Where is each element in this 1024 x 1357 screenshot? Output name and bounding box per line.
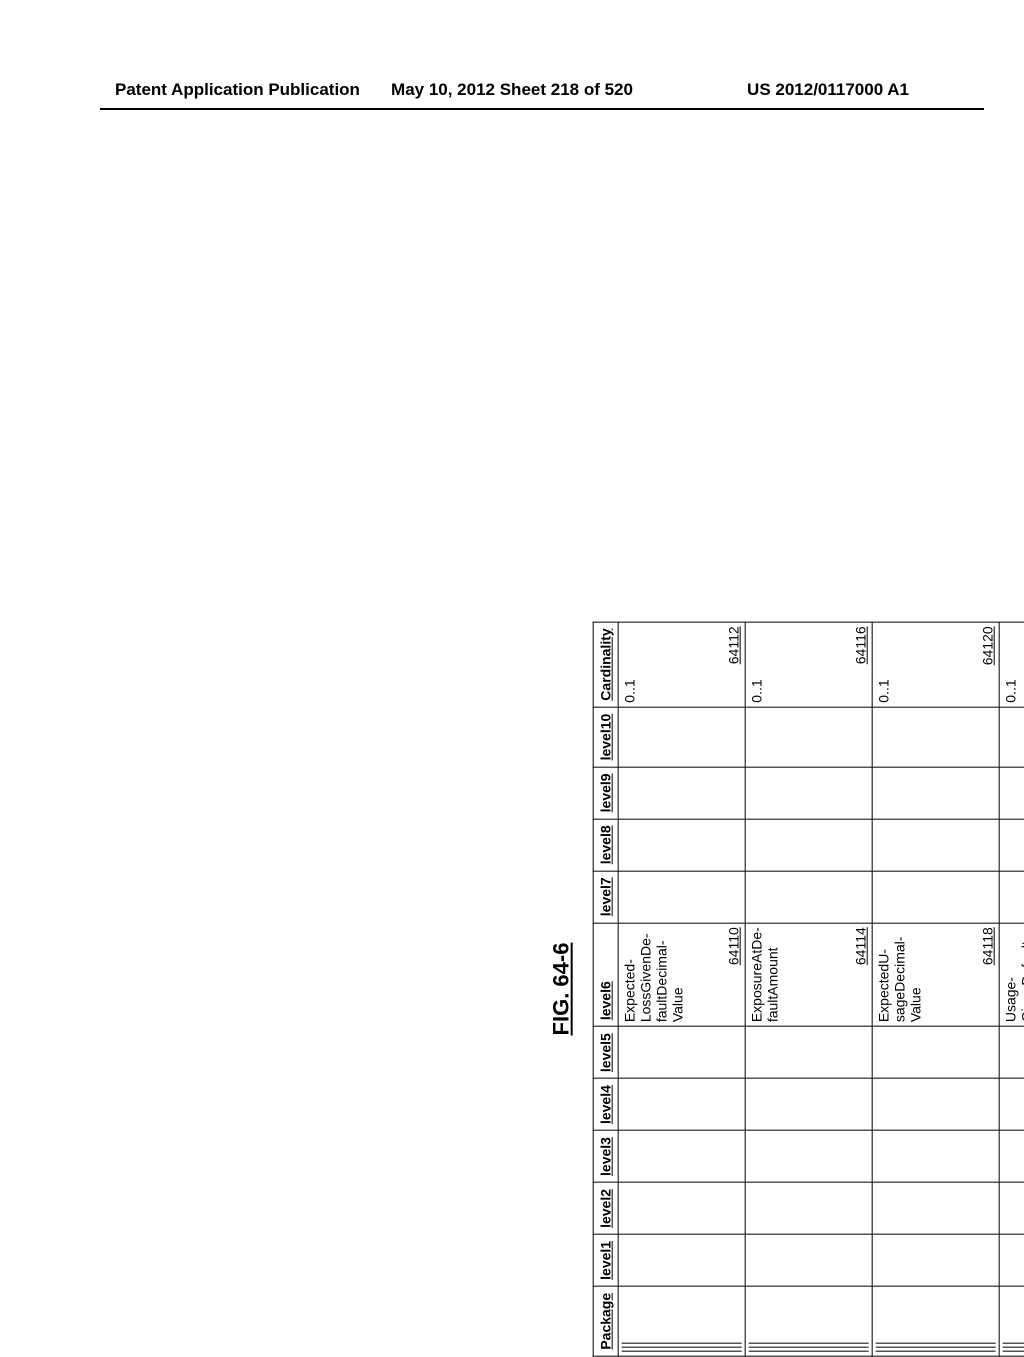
cell-level2 [618, 1182, 745, 1234]
cell-level1 [872, 1234, 999, 1286]
cell-level7 [999, 871, 1024, 923]
cell-level5 [618, 1027, 745, 1079]
cell-level10 [872, 707, 999, 767]
cell-level5 [872, 1027, 999, 1079]
cell-level2 [745, 1182, 872, 1234]
cell-level9 [999, 767, 1024, 819]
col-level3: level3 [593, 1131, 618, 1183]
figure-label: FIG. 64-6 [549, 621, 575, 1356]
level6-text: Usage-GivenDefault-DecimalValue [1003, 927, 1024, 1022]
level6-ref: 64114 [847, 927, 869, 1022]
col-level2: level2 [593, 1182, 618, 1234]
cell-level4 [999, 1079, 1024, 1131]
cell-level6: ExpectedU-sageDecimal-Value 64118 [872, 923, 999, 1027]
cardinality-text: 0..1 [876, 626, 892, 702]
cell-level8 [745, 819, 872, 871]
level6-text: ExposureAtDe-faultAmount [749, 927, 781, 1022]
cell-level5 [745, 1027, 872, 1079]
cell-level3 [745, 1131, 872, 1183]
header-center: May 10, 2012 Sheet 218 of 520 [391, 80, 633, 100]
cell-level10 [618, 707, 745, 767]
level6-text: ExpectedU-sageDecimal-Value [876, 927, 924, 1022]
col-cardinality: Cardinality [593, 622, 618, 707]
cardinality-text: 0..1 [1003, 626, 1019, 702]
table-row: ExposureAtDe-faultAmount 64114 0..1 6411… [745, 622, 872, 1356]
cell-level9 [745, 767, 872, 819]
col-level9: level9 [593, 767, 618, 819]
cell-package [618, 1286, 745, 1356]
col-level1: level1 [593, 1234, 618, 1286]
col-level10: level10 [593, 707, 618, 767]
col-level4: level4 [593, 1079, 618, 1131]
cell-level3 [872, 1131, 999, 1183]
cell-level1 [618, 1234, 745, 1286]
cell-level7 [872, 871, 999, 923]
cell-level6: Usage-GivenDefault-DecimalValue 64122 [999, 923, 1024, 1027]
cardinality-text: 0..1 [622, 626, 638, 702]
spec-table: Package level1 level2 level3 level4 leve… [593, 621, 1024, 1356]
table-header-row: Package level1 level2 level3 level4 leve… [593, 622, 618, 1356]
figure-block: FIG. 64-6 Package level1 level2 level3 l… [549, 621, 1024, 1356]
cell-package [872, 1286, 999, 1356]
cell-level5 [999, 1027, 1024, 1079]
cell-level9 [618, 767, 745, 819]
col-level7: level7 [593, 871, 618, 923]
table-row: Usage-GivenDefault-DecimalValue 64122 0.… [999, 622, 1024, 1356]
cell-level4 [618, 1079, 745, 1131]
header-right: US 2012/0117000 A1 [747, 80, 909, 100]
cell-cardinality: 0..1 64112 [618, 622, 745, 707]
level6-ref: 64118 [974, 927, 996, 1022]
cell-level4 [872, 1079, 999, 1131]
table-row: Expected-LossGivenDe-faultDecimal-Value … [618, 622, 745, 1356]
col-package: Package [593, 1286, 618, 1356]
cell-level1 [999, 1234, 1024, 1286]
col-level5: level5 [593, 1027, 618, 1079]
cell-level8 [999, 819, 1024, 871]
cell-level1 [745, 1234, 872, 1286]
cell-level6: Expected-LossGivenDe-faultDecimal-Value … [618, 923, 745, 1027]
cell-level3 [999, 1131, 1024, 1183]
page-header: Patent Application Publication May 10, 2… [0, 80, 1024, 100]
cell-level6: ExposureAtDe-faultAmount 64114 [745, 923, 872, 1027]
cardinality-text: 0..1 [749, 626, 765, 702]
cell-level9 [872, 767, 999, 819]
cell-level2 [872, 1182, 999, 1234]
cardinality-ref: 64120 [974, 626, 996, 702]
level6-text: Expected-LossGivenDe-faultDecimal-Value [622, 927, 686, 1022]
cell-level7 [618, 871, 745, 923]
cardinality-ref: 64116 [847, 626, 869, 702]
cell-package [745, 1286, 872, 1356]
cell-level4 [745, 1079, 872, 1131]
col-level6: level6 [593, 923, 618, 1027]
cell-level7 [745, 871, 872, 923]
cell-level2 [999, 1182, 1024, 1234]
col-level8: level8 [593, 819, 618, 871]
cell-level10 [999, 707, 1024, 767]
cell-level8 [618, 819, 745, 871]
cell-level8 [872, 819, 999, 871]
cell-cardinality: 0..1 64116 [745, 622, 872, 707]
table-row: ExpectedU-sageDecimal-Value 64118 0..1 6… [872, 622, 999, 1356]
cardinality-ref: 64112 [720, 626, 742, 702]
cell-level3 [618, 1131, 745, 1183]
cell-cardinality: 0..1 64124 [999, 622, 1024, 707]
cell-level10 [745, 707, 872, 767]
level6-ref: 64110 [720, 927, 742, 1022]
cell-package [999, 1286, 1024, 1356]
header-rule [100, 108, 984, 110]
cell-cardinality: 0..1 64120 [872, 622, 999, 707]
header-left: Patent Application Publication [115, 80, 360, 100]
